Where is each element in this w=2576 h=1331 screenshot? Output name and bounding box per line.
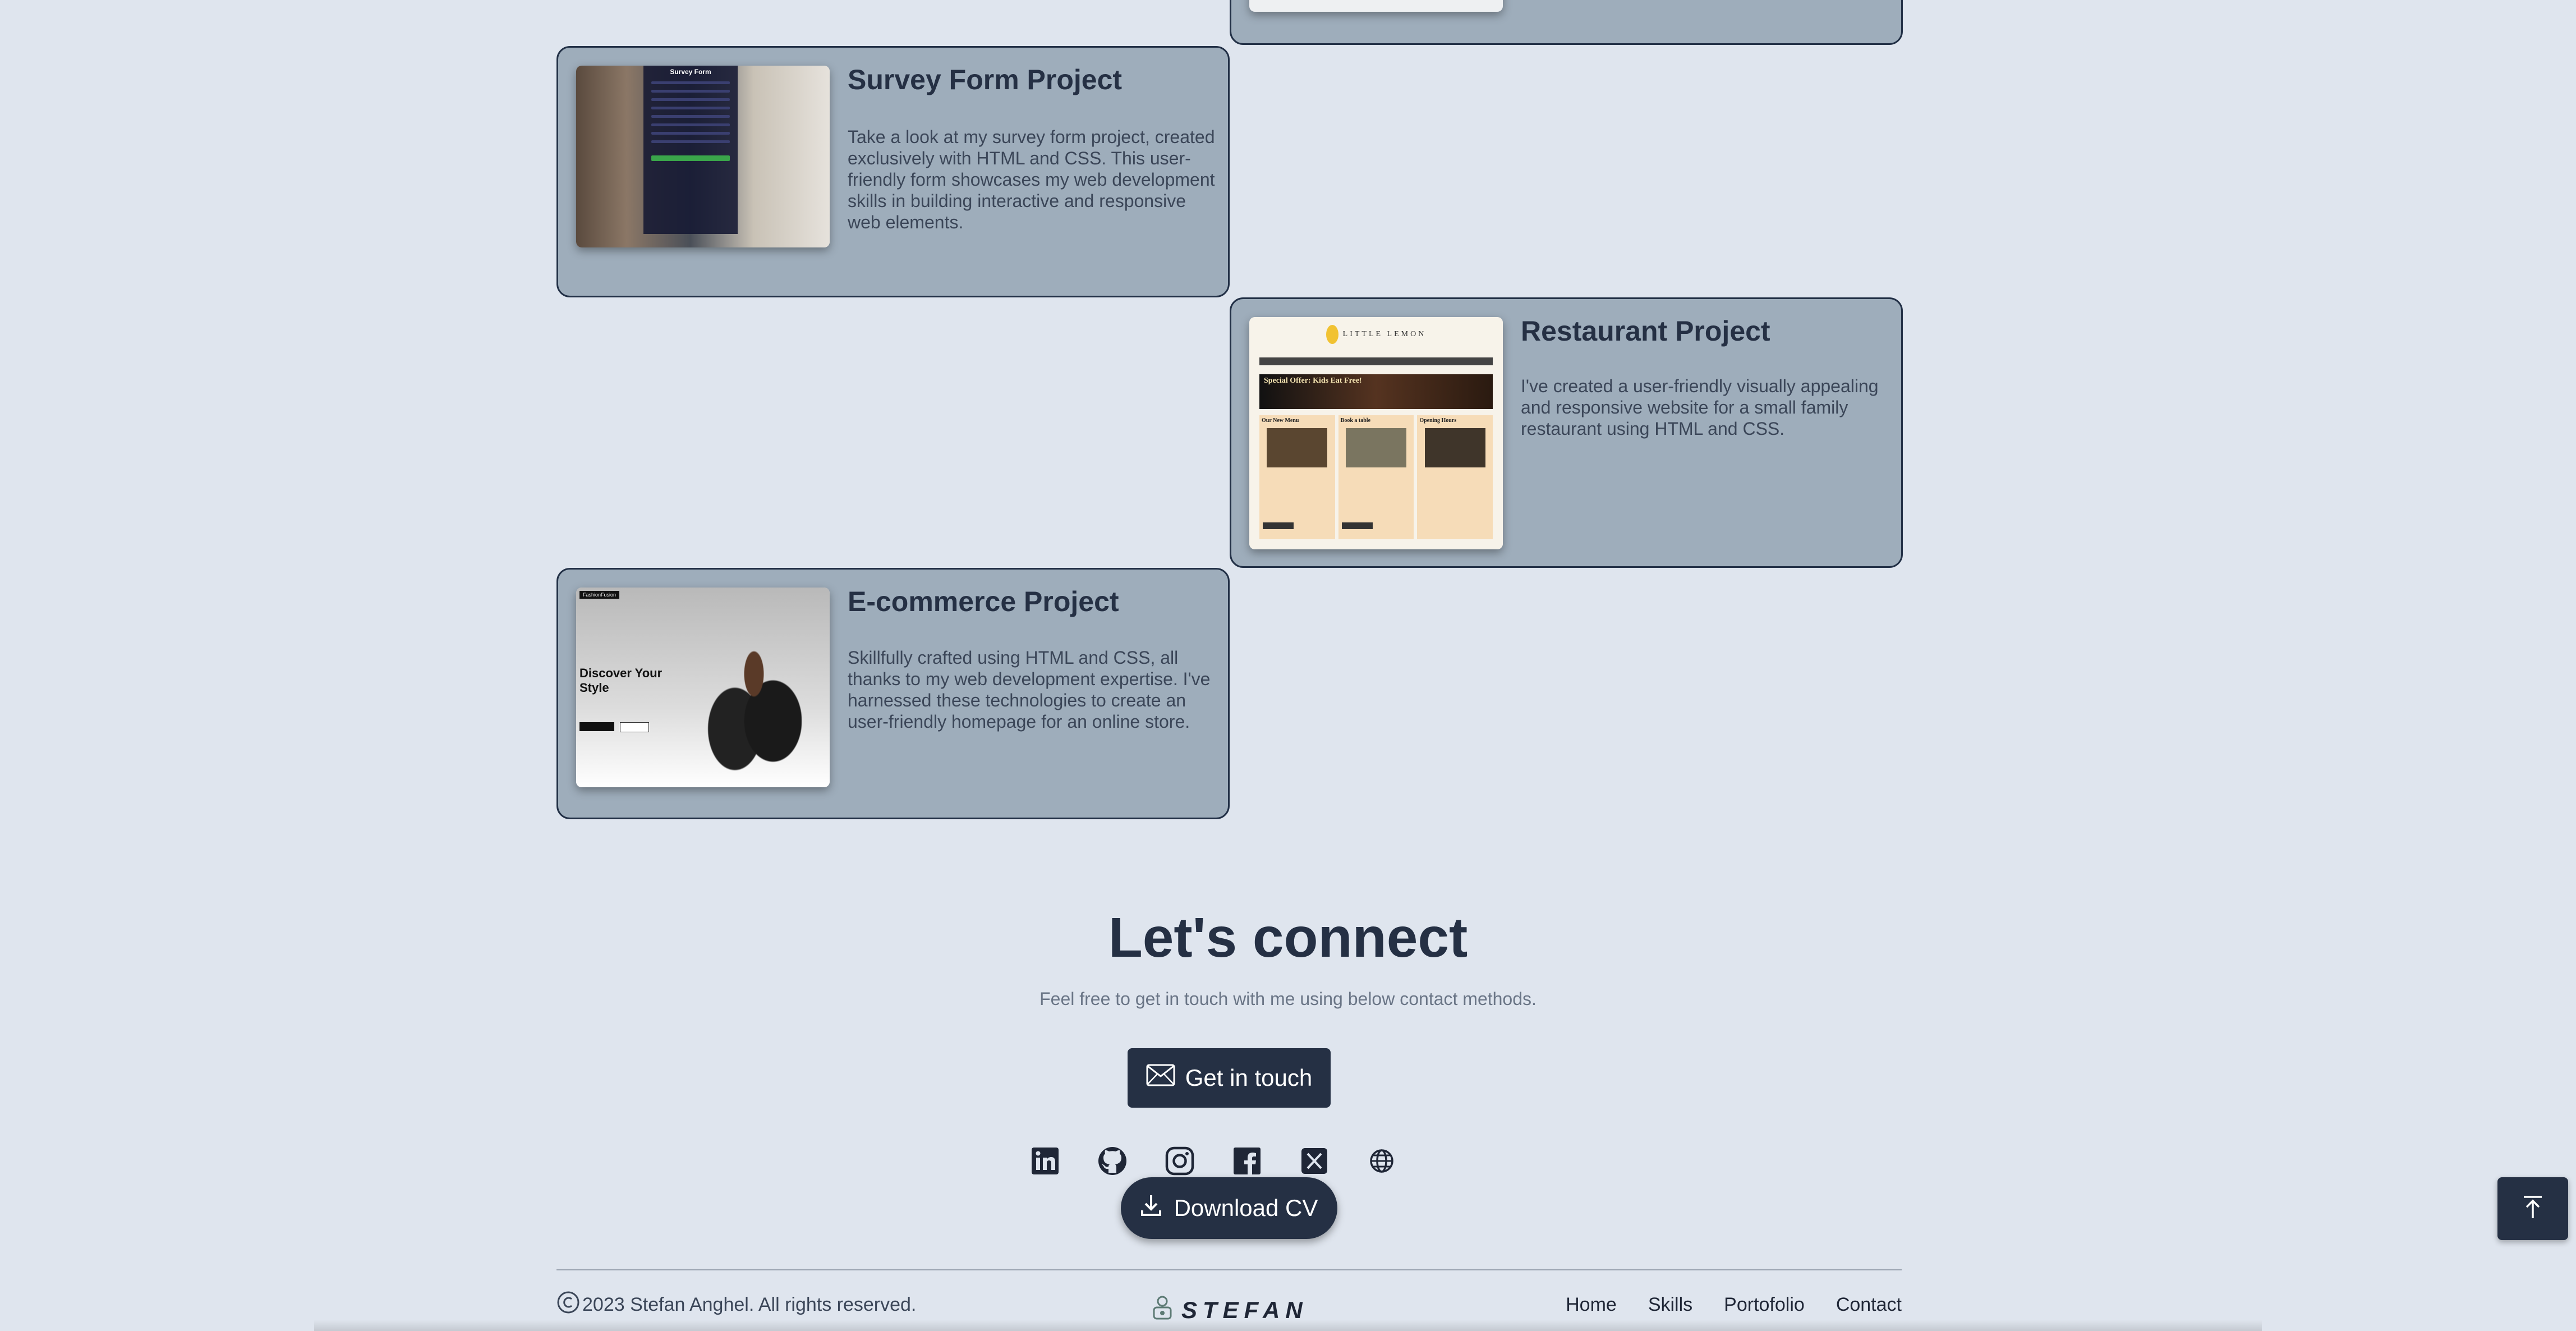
project-title: Survey Form Project [848,64,1123,95]
back-to-top-button[interactable] [2497,1177,2568,1240]
globe-icon[interactable] [1365,1145,1398,1177]
project-description: I've created a user-friendly visually ap… [1521,376,1879,439]
connect-title: Let's connect [1108,906,1468,969]
thumb-title: Survey Form [670,68,711,76]
footer-link-skills[interactable]: Skills [1648,1294,1692,1316]
copyright-text: 2023 Stefan Anghel. All rights reserved. [582,1294,917,1315]
thumb-col-title: Book a table [1340,417,1371,424]
get-in-touch-label: Get in touch [1185,1064,1313,1091]
project-card-survey[interactable]: Survey Form Survey Form Project Take a l… [556,46,1230,297]
footer-nav: Home Skills Portofolio Contact [1566,1294,1902,1316]
x-icon[interactable] [1298,1145,1331,1177]
footer-divider [556,1269,1902,1270]
thumb-heading: Discover Your Style [579,666,663,695]
download-cv-label: Download CV [1174,1195,1318,1221]
footer-copyright: 2023 Stefan Anghel. All rights reserved. [556,1291,916,1319]
copyright-icon [556,1291,580,1319]
linkedin-icon[interactable] [1029,1145,1061,1177]
project-thumbnail-partial [1249,0,1503,12]
page-bottom-shadow [314,1320,2262,1331]
facebook-icon[interactable] [1231,1145,1263,1177]
social-links [1029,1145,1398,1177]
project-thumbnail[interactable]: Survey Form [576,66,830,247]
project-title: E-commerce Project [848,586,1119,617]
project-card-partial [1230,0,1903,45]
download-cv-button[interactable]: Download CV [1121,1177,1337,1239]
github-icon[interactable] [1096,1145,1129,1177]
project-description: Take a look at my survey form project, c… [848,127,1215,232]
footer-link-contact[interactable]: Contact [1836,1294,1902,1316]
project-thumbnail[interactable]: FashionFusion Discover Your Style [576,588,830,787]
project-thumbnail[interactable]: LITTLE LEMON Special Offer: Kids Eat Fre… [1249,317,1503,549]
footer-link-portfolio[interactable]: Portofolio [1724,1294,1805,1316]
connect-subtitle: Feel free to get in touch with me using … [1039,989,1537,1009]
download-icon [1140,1194,1162,1223]
thumb-logo: LITTLE LEMON [1249,325,1503,344]
project-card-restaurant[interactable]: LITTLE LEMON Special Offer: Kids Eat Fre… [1230,297,1903,568]
footer-link-home[interactable]: Home [1566,1294,1617,1316]
thumb-hero: Special Offer: Kids Eat Free! [1259,374,1493,409]
get-in-touch-button[interactable]: Get in touch [1128,1048,1331,1108]
project-card-ecommerce[interactable]: FashionFusion Discover Your Style E-comm… [556,568,1230,819]
instagram-icon[interactable] [1163,1145,1196,1177]
project-title: Restaurant Project [1521,315,1770,347]
mail-icon [1146,1064,1175,1092]
thumb-col-title: Our New Menu [1262,417,1299,424]
project-description: Skillfully crafted using HTML and CSS, a… [848,648,1211,732]
thumb-col-title: Opening Hours [1419,417,1457,424]
thumb-brand: FashionFusion [579,591,620,599]
arrow-up-to-line-icon [2522,1195,2544,1223]
